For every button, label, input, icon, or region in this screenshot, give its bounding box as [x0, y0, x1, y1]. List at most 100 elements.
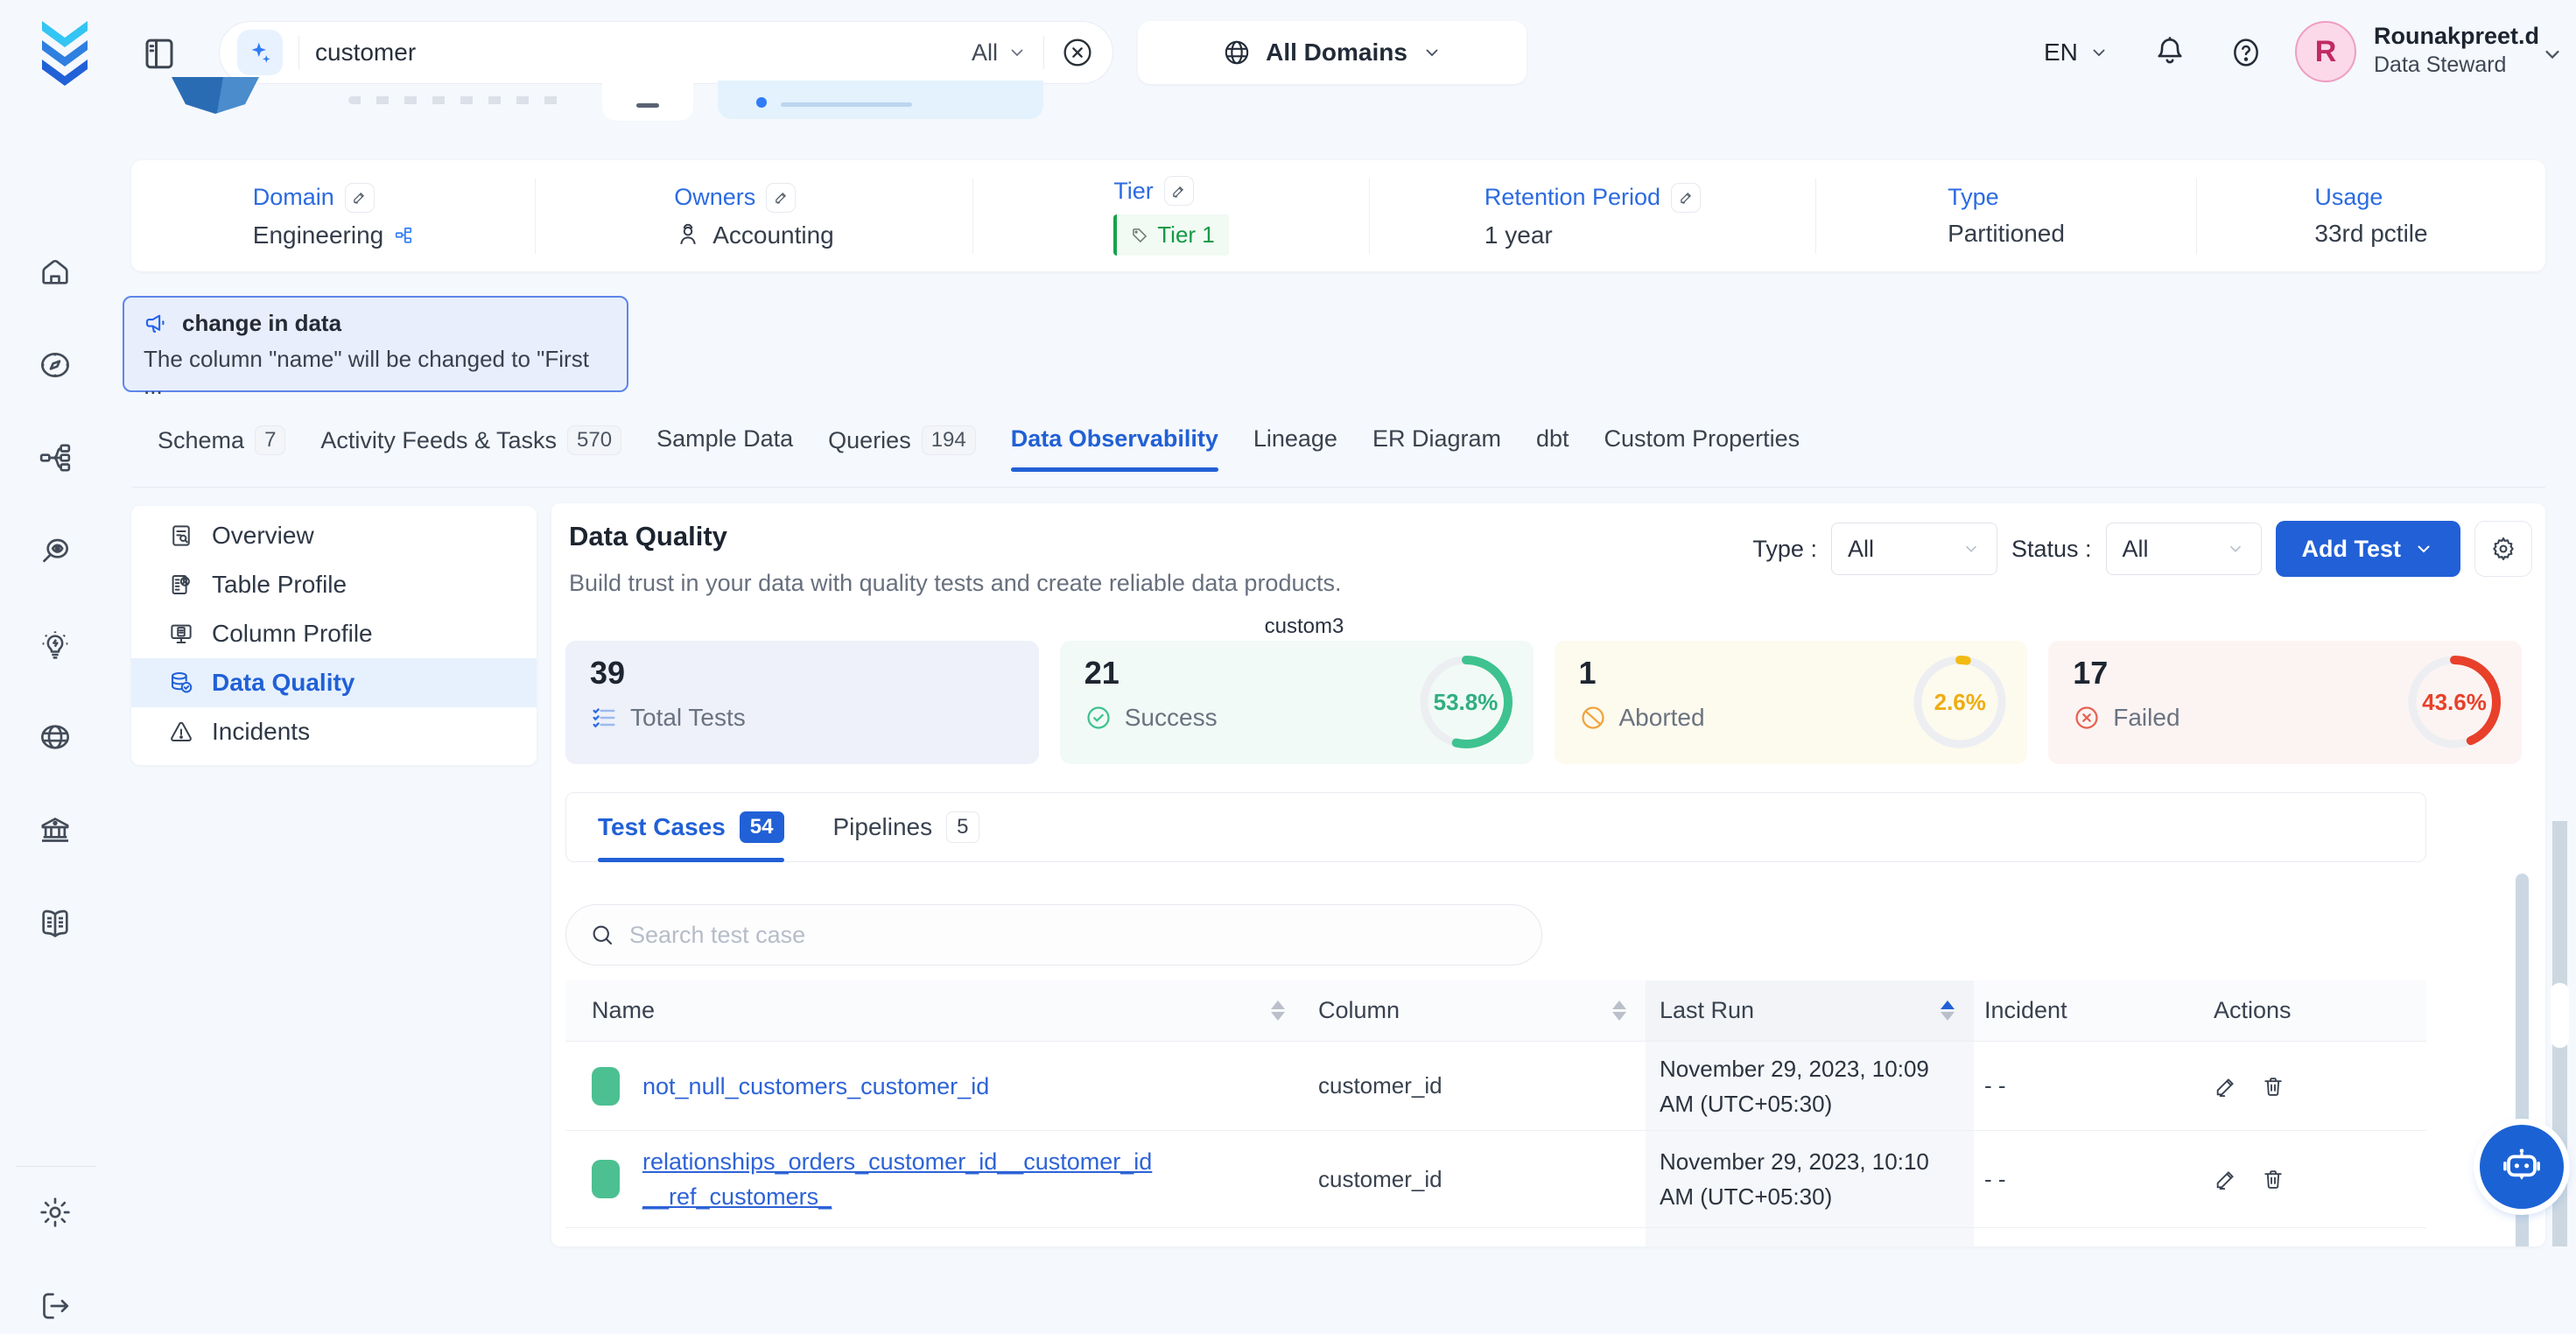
test-case-link[interactable]: relationships_orders_customer_id__custom…	[642, 1144, 1155, 1214]
metadata-retention: Retention Period 1 year	[1370, 179, 1816, 254]
sidebar-toggle-button[interactable]	[138, 33, 180, 74]
delete-test-icon[interactable]	[2261, 1167, 2285, 1191]
edit-retention-button[interactable]	[1671, 183, 1701, 213]
sort-name[interactable]	[1271, 1000, 1285, 1021]
settings-button[interactable]	[2474, 521, 2532, 577]
user-info[interactable]: Rounakpreet.d Data Steward	[2374, 21, 2539, 79]
ai-sparkle-icon[interactable]	[237, 30, 283, 75]
edit-domain-button[interactable]	[345, 183, 375, 213]
clear-search-icon[interactable]	[1060, 35, 1095, 70]
all-domains-button[interactable]: All Domains	[1138, 21, 1527, 84]
tab-custom-properties[interactable]: Custom Properties	[1604, 425, 1800, 472]
check-circle-icon	[1084, 704, 1113, 732]
tab-activity-count: 570	[567, 425, 621, 455]
success-label: Success	[1125, 704, 1218, 732]
add-test-button[interactable]: Add Test	[2276, 521, 2461, 577]
tab-schema[interactable]: Schema7	[158, 425, 285, 474]
edit-owners-button[interactable]	[766, 183, 796, 213]
data-quality-panel: Data Quality Build trust in your data wi…	[551, 503, 2545, 1246]
tab-er-diagram[interactable]: ER Diagram	[1372, 425, 1501, 472]
nav-profiler-icon[interactable]	[27, 523, 83, 579]
page-description: Build trust in your data with quality te…	[569, 570, 1341, 597]
aborted-donut-chart: 2.6%	[1908, 650, 2011, 754]
chat-assistant-button[interactable]	[2480, 1125, 2564, 1209]
usage-label: Usage	[2314, 184, 2383, 211]
nav-explore-icon[interactable]	[27, 337, 83, 393]
chevron-down-icon	[1421, 42, 1442, 63]
domain-value[interactable]: Engineering	[253, 221, 383, 249]
test-case-link[interactable]: not_null_customers_customer_id	[642, 1069, 989, 1104]
sidebar-item-table-profile[interactable]: Table Profile	[131, 560, 537, 609]
retention-value: 1 year	[1485, 221, 1553, 249]
user-avatar[interactable]: R	[2295, 21, 2356, 82]
tab-pipelines[interactable]: Pipelines 5	[833, 793, 979, 861]
nav-insights-icon[interactable]	[27, 617, 83, 673]
tier-badge[interactable]: Tier 1	[1113, 214, 1229, 256]
nav-settings-icon[interactable]	[27, 1184, 83, 1240]
language-selector[interactable]: EN	[2044, 39, 2109, 67]
sort-last-run[interactable]	[1941, 1000, 1955, 1021]
type-filter-select[interactable]: All	[1831, 523, 1997, 575]
incident-value: - -	[1984, 1166, 2006, 1193]
tab-lineage[interactable]: Lineage	[1253, 425, 1337, 472]
announcement-card[interactable]: change in data The column "name" will be…	[123, 296, 628, 392]
sidebar-item-data-quality[interactable]: Data Quality	[131, 658, 537, 707]
tab-data-observability[interactable]: Data Observability	[1011, 425, 1218, 472]
search-scope-dropdown[interactable]: All	[972, 39, 1028, 67]
chevron-down-icon	[2413, 538, 2434, 559]
global-search-bar[interactable]: All	[219, 21, 1113, 84]
status-chip-cutoff	[718, 81, 1043, 119]
test-case-search[interactable]	[565, 904, 1542, 965]
nav-domains-icon[interactable]	[27, 709, 83, 765]
sidebar-item-overview[interactable]: Overview	[131, 511, 537, 560]
global-search-input[interactable]	[315, 39, 956, 67]
tab-sample-data[interactable]: Sample Data	[656, 425, 793, 472]
tier-label: Tier	[1113, 178, 1154, 205]
aborted-label: Aborted	[1619, 704, 1705, 732]
help-button[interactable]	[2229, 35, 2264, 70]
app-logo[interactable]	[37, 19, 93, 86]
observability-sidebar: Overview Table Profile Column Profile Da…	[131, 506, 537, 765]
nav-home-icon[interactable]	[27, 243, 83, 299]
test-case-search-input[interactable]	[629, 922, 1519, 949]
gear-icon	[2489, 535, 2517, 563]
tab-dbt[interactable]: dbt	[1536, 425, 1569, 472]
tab-test-cases[interactable]: Test Cases 54	[598, 793, 784, 861]
metadata-usage: Usage 33rd pctile	[2197, 179, 2545, 254]
sort-column[interactable]	[1612, 1000, 1626, 1021]
left-nav-rail	[0, 105, 114, 1246]
chevron-down-icon	[1007, 42, 1028, 63]
delete-test-icon[interactable]	[2261, 1074, 2285, 1099]
test-cases-table: Name Column Last Run Incident Actions no…	[565, 980, 2426, 1246]
breadcrumb-cutoff	[348, 96, 567, 104]
table-row: unique_customers_customer_id customer_id…	[565, 1228, 2426, 1246]
tab-queries[interactable]: Queries194	[828, 425, 976, 474]
announcement-message: The column "name" will be changed to "Fi…	[144, 346, 607, 400]
last-run-value: November 29, 2023, 10:10 AM (UTC+05:30)	[1660, 1144, 1974, 1214]
tab-bar-divider	[131, 487, 2545, 488]
search-divider-2	[1043, 36, 1044, 69]
search-scope-value: All	[972, 39, 998, 67]
edit-tier-button[interactable]	[1164, 176, 1194, 206]
notifications-button[interactable]	[2151, 33, 2188, 70]
nav-logout-icon[interactable]	[27, 1278, 83, 1334]
test-status-indicator	[592, 1160, 620, 1198]
data-quality-icon	[168, 670, 194, 696]
owners-value[interactable]: Accounting	[712, 221, 834, 249]
total-tests-card: 39 Total Tests	[565, 641, 1039, 764]
page-scrollbar-thumb[interactable]	[2551, 983, 2569, 1048]
edit-test-icon[interactable]	[2214, 1074, 2238, 1099]
user-menu-chevron[interactable]	[2540, 42, 2565, 67]
nav-lineage-icon[interactable]	[27, 430, 83, 486]
tab-activity-feeds[interactable]: Activity Feeds & Tasks570	[320, 425, 621, 474]
edit-test-icon[interactable]	[2214, 1167, 2238, 1191]
success-donut-chart: 53.8%	[1414, 650, 1518, 754]
status-filter-label: Status :	[2011, 536, 2092, 563]
sidebar-item-column-profile[interactable]: Column Profile	[131, 609, 537, 658]
test-status-indicator	[592, 1067, 620, 1106]
sidebar-item-incidents[interactable]: Incidents	[131, 707, 537, 756]
nav-glossary-icon[interactable]	[27, 895, 83, 951]
table-header-row: Name Column Last Run Incident Actions	[565, 980, 2426, 1042]
nav-govern-icon[interactable]	[27, 802, 83, 858]
status-filter-select[interactable]: All	[2106, 523, 2262, 575]
